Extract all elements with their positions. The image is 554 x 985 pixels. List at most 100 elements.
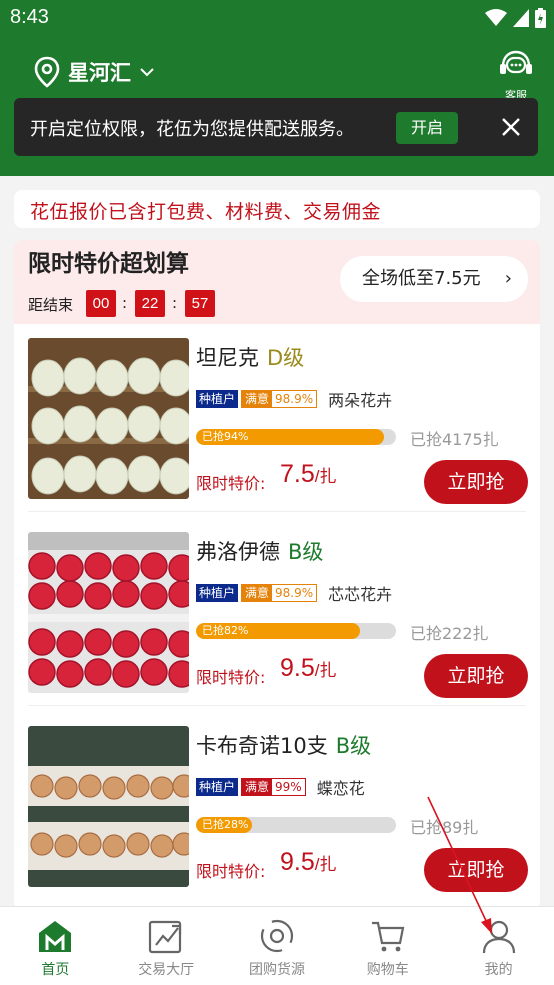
product-tags: 种植户 满意 99% 蝶恋花 (196, 775, 365, 799)
product-image-white-hydrangea[interactable] (28, 338, 189, 499)
view-all-deals-button[interactable]: 全场低至7.5元 › (340, 256, 528, 302)
product-item[interactable]: 坦尼克 D级 种植户 满意 98.9% 两朵花卉 已抢94% 已抢4175扎 限时特… (14, 324, 540, 512)
price-unit: /扎 (314, 467, 337, 486)
countdown-seconds: 57 (185, 290, 215, 317)
close-icon[interactable] (500, 116, 522, 138)
sold-progress-bar: 已抢94% (196, 429, 396, 445)
headset-icon (500, 50, 532, 74)
sold-progress-bar: 已抢28% (196, 817, 396, 833)
cart-icon (371, 921, 405, 952)
toast-message: 开启定位权限，花伍为您提供配送服务。 (30, 119, 354, 140)
buy-now-button[interactable]: 立即抢 (424, 460, 528, 504)
countdown-minutes: 22 (135, 290, 165, 317)
divider (28, 705, 526, 706)
product-tags: 种植户 满意 98.9% 两朵花卉 (196, 387, 392, 411)
location-pin-icon (34, 56, 60, 88)
satisfaction-badge: 满意 99% (241, 778, 306, 796)
chevron-right-icon: › (504, 268, 512, 289)
satisfaction-value: 98.9% (272, 585, 317, 601)
flash-sale-header: 限时特价超划算 距结束 00 : 22 : 57 全场低至7.5元 › (14, 240, 540, 324)
lowest-price-label: 全场低至7.5元 (362, 268, 481, 289)
grower-badge: 种植户 (196, 390, 239, 408)
bottom-navigation: 首页 交易大厅 团购货源 购物车 我的 (0, 906, 554, 985)
satisfaction-label: 满意 (242, 585, 273, 601)
grabbed-count: 已抢222扎 (410, 624, 489, 643)
home-icon (39, 921, 72, 952)
nav-trade-hall[interactable]: 交易大厅 (111, 907, 222, 985)
nav-label: 我的 (484, 962, 513, 978)
price-label: 限时特价: (196, 668, 266, 687)
wifi-icon (485, 9, 507, 26)
trade-chart-icon (149, 920, 182, 954)
product-grade: D级 (267, 346, 305, 370)
battery-icon (535, 8, 546, 28)
status-time: 8:43 (10, 6, 49, 28)
product-grade: B级 (288, 540, 324, 564)
nav-group-buy[interactable]: 团购货源 (222, 907, 333, 985)
product-name: 卡布奇诺10支 B级 (196, 730, 371, 760)
flash-sale-title: 限时特价超划算 (28, 251, 189, 277)
flash-sale-section: 限时特价超划算 距结束 00 : 22 : 57 全场低至7.5元 › 坦尼克 … (14, 240, 540, 910)
nav-label: 交易大厅 (138, 962, 195, 978)
nav-label: 购物车 (366, 962, 409, 978)
satisfaction-label: 满意 (242, 391, 273, 407)
divider (28, 511, 526, 512)
location-permission-toast: 开启定位权限，花伍为您提供配送服务。 开启 (14, 98, 538, 156)
countdown-hours: 00 (86, 290, 116, 317)
sold-progress-bar: 已抢82% (196, 623, 396, 639)
satisfaction-badge: 满意 98.9% (241, 584, 318, 602)
countdown-label: 距结束 (28, 296, 74, 314)
location-name: 星河汇 (68, 61, 131, 85)
product-tags: 种植户 满意 98.9% 芯芯花卉 (196, 581, 392, 605)
price-unit: /扎 (314, 855, 337, 874)
shop-name: 芯芯花卉 (328, 585, 393, 604)
nav-home[interactable]: 首页 (0, 907, 111, 985)
product-image-cappuccino-roses[interactable] (28, 726, 189, 887)
chevron-down-icon (140, 68, 154, 77)
customer-service-button[interactable]: 客服 (496, 48, 536, 103)
countdown-colon: : (172, 294, 178, 312)
progress-label: 已抢28% (202, 818, 249, 831)
product-name: 弗洛伊德 B级 (196, 536, 323, 566)
status-icons (485, 8, 546, 28)
product-title: 弗洛伊德 (196, 540, 280, 564)
product-price: 7.5/扎 (280, 460, 337, 489)
progress-label: 已抢82% (202, 624, 249, 637)
satisfaction-badge: 满意 98.9% (241, 390, 318, 408)
product-price: 9.5/扎 (280, 654, 337, 683)
location-selector[interactable]: 星河汇 (34, 56, 155, 88)
shop-name: 蝶恋花 (316, 779, 365, 798)
status-bar: 8:43 (0, 0, 554, 36)
price-value: 9.5 (280, 654, 315, 682)
product-item[interactable]: 卡布奇诺10支 B级 种植户 满意 99% 蝶恋花 已抢28% 已抢89扎 限时特价… (14, 712, 540, 900)
buy-now-button[interactable]: 立即抢 (424, 654, 528, 698)
price-label: 限时特价: (196, 862, 266, 881)
grower-badge: 种植户 (196, 584, 239, 602)
product-grade: B级 (335, 734, 372, 758)
nav-cart[interactable]: 购物车 (332, 907, 443, 985)
buy-now-button[interactable]: 立即抢 (424, 848, 528, 892)
price-notice: 花伍报价已含打包费、材料费、交易佣金 (14, 190, 540, 228)
product-name: 坦尼克 D级 (196, 342, 304, 372)
signal-icon (513, 9, 529, 27)
grower-badge: 种植户 (196, 778, 239, 796)
nav-label: 团购货源 (248, 962, 305, 978)
notice-text: 花伍报价已含打包费、材料费、交易佣金 (30, 201, 382, 223)
progress-label: 已抢94% (202, 430, 249, 443)
grabbed-count: 已抢89扎 (410, 818, 479, 837)
product-title: 坦尼克 (196, 346, 259, 370)
product-image-red-roses[interactable] (28, 532, 189, 693)
satisfaction-value: 99% (272, 779, 305, 795)
enable-location-button[interactable]: 开启 (396, 112, 458, 144)
price-unit: /扎 (314, 661, 337, 680)
countdown-colon: : (122, 294, 128, 312)
user-icon (482, 920, 515, 954)
product-price: 9.5/扎 (280, 848, 337, 877)
nav-profile[interactable]: 我的 (443, 907, 554, 985)
satisfaction-label: 满意 (242, 779, 273, 795)
product-item[interactable]: 弗洛伊德 B级 种植户 满意 98.9% 芯芯花卉 已抢82% 已抢222扎 限时特… (14, 518, 540, 706)
grabbed-count: 已抢4175扎 (410, 430, 499, 449)
group-buy-icon (260, 919, 294, 953)
product-title: 卡布奇诺10支 (196, 734, 328, 758)
price-value: 9.5 (280, 848, 315, 876)
